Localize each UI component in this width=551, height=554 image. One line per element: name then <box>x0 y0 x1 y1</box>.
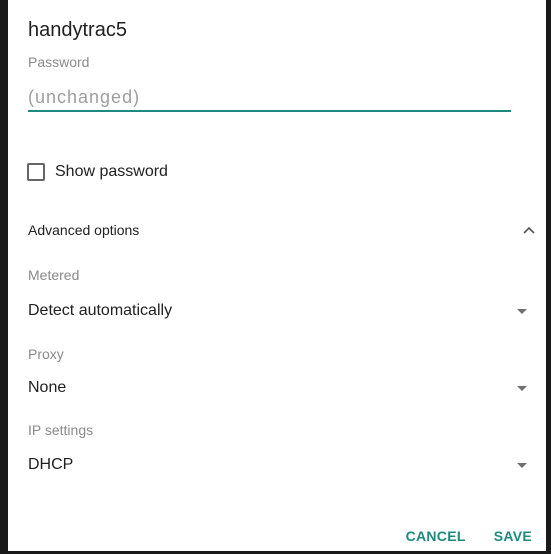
triangle-down-icon <box>517 385 527 391</box>
triangle-down-icon <box>517 308 527 314</box>
proxy-label: Proxy <box>28 346 64 362</box>
cancel-button[interactable]: CANCEL <box>406 528 466 544</box>
triangle-down-icon <box>517 462 527 468</box>
dialog-actions: CANCEL SAVE <box>406 528 532 544</box>
proxy-dropdown[interactable]: None <box>28 373 528 403</box>
password-input[interactable] <box>28 84 511 112</box>
metered-value: Detect automatically <box>28 302 173 319</box>
advanced-options-toggle[interactable]: Advanced options <box>28 218 540 242</box>
advanced-options-label: Advanced options <box>28 222 140 238</box>
metered-label: Metered <box>28 267 80 283</box>
save-button[interactable]: SAVE <box>494 528 532 544</box>
proxy-value: None <box>28 379 67 396</box>
metered-dropdown[interactable]: Detect automatically <box>28 296 528 326</box>
ip-settings-value: DHCP <box>28 456 74 473</box>
wifi-dialog: handytrac5 Password Show password Advanc… <box>8 0 546 551</box>
password-label: Password <box>28 54 90 70</box>
show-password-option[interactable]: Show password <box>27 160 168 184</box>
show-password-label: Show password <box>55 163 168 180</box>
chevron-up-icon[interactable] <box>522 223 536 237</box>
network-name-title: handytrac5 <box>28 19 127 41</box>
show-password-checkbox[interactable] <box>27 163 45 181</box>
ip-settings-dropdown[interactable]: DHCP <box>28 450 528 480</box>
ip-settings-label: IP settings <box>28 422 94 438</box>
